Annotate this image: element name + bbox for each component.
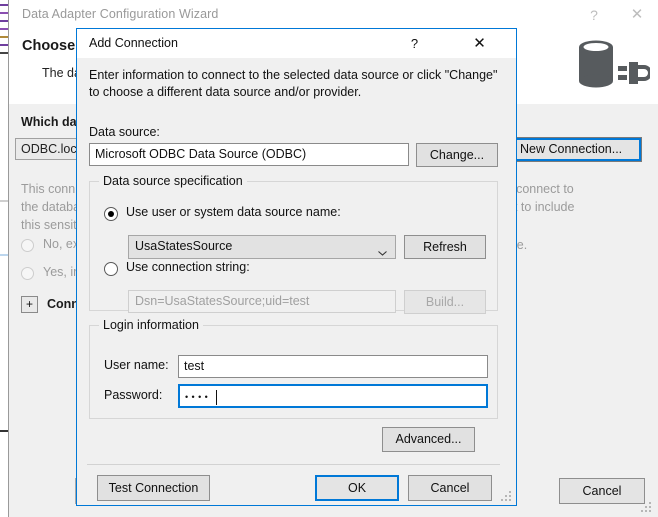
test-connection-button[interactable]: Test Connection bbox=[97, 475, 210, 501]
login-information-group: Login information User name: test Passwo… bbox=[89, 318, 498, 419]
close-icon[interactable]: ✕ bbox=[624, 4, 650, 26]
data-source-label: Data source: bbox=[89, 125, 160, 139]
user-name-label: User name: bbox=[104, 358, 169, 372]
which-data-label: Which dat bbox=[21, 115, 81, 129]
info-line-1: This conn bbox=[21, 182, 76, 196]
dialog-instructions: Enter information to connect to the sele… bbox=[89, 68, 498, 99]
wizard-cancel-button[interactable]: Cancel bbox=[559, 478, 645, 504]
new-connection-label: New Connection... bbox=[520, 142, 623, 156]
close-icon[interactable]: ✕ bbox=[467, 33, 492, 54]
radio-use-dsn[interactable] bbox=[104, 207, 118, 221]
dialog-title: Add Connection bbox=[89, 36, 178, 50]
login-information-legend: Login information bbox=[99, 318, 203, 332]
password-label: Password: bbox=[104, 388, 163, 402]
help-icon[interactable]: ? bbox=[402, 33, 427, 54]
data-source-specification-legend: Data source specification bbox=[99, 174, 247, 188]
advanced-button[interactable]: Advanced... bbox=[382, 427, 475, 452]
connection-string-expander[interactable]: + bbox=[21, 296, 38, 313]
refresh-button[interactable]: Refresh bbox=[404, 235, 486, 259]
radio-include-sensitive[interactable] bbox=[21, 267, 34, 280]
dsn-combobox[interactable]: UsaStatesSource bbox=[128, 235, 396, 259]
radio-exclude-sensitive[interactable] bbox=[21, 239, 34, 252]
user-name-field[interactable]: test bbox=[178, 355, 488, 378]
connection-combo-value: ODBC.loca bbox=[21, 142, 84, 156]
connection-string-value: Dsn=UsaStatesSource;uid=test bbox=[135, 294, 310, 308]
resize-grip-icon[interactable] bbox=[641, 502, 653, 514]
data-source-field[interactable]: Microsoft ODBC Data Source (ODBC) bbox=[89, 143, 409, 166]
ok-button[interactable]: OK bbox=[315, 475, 399, 501]
user-name-value: test bbox=[184, 359, 205, 373]
radio-use-dsn-label: Use user or system data source name: bbox=[126, 205, 341, 219]
background-window-sliver bbox=[0, 0, 9, 517]
password-field[interactable]: •••• bbox=[178, 384, 488, 408]
data-source-value: Microsoft ODBC Data Source (ODBC) bbox=[95, 147, 307, 161]
wizard-title-bar: Data Adapter Configuration Wizard ? ✕ bbox=[9, 0, 658, 30]
add-connection-dialog: Add Connection ? ✕ Enter information to … bbox=[76, 28, 517, 506]
help-icon[interactable]: ? bbox=[581, 4, 607, 26]
connection-string-field[interactable]: Dsn=UsaStatesSource;uid=test bbox=[128, 290, 396, 313]
cancel-button[interactable]: Cancel bbox=[408, 475, 492, 501]
radio-use-connection-string-label: Use connection string: bbox=[126, 260, 250, 274]
info-line-3: this sensiti bbox=[21, 218, 80, 232]
chevron-down-icon bbox=[378, 245, 387, 256]
wizard-title: Data Adapter Configuration Wizard bbox=[22, 7, 219, 21]
password-value: •••• bbox=[185, 392, 212, 402]
footer-divider bbox=[87, 464, 500, 465]
dialog-title-bar: Add Connection ? ✕ bbox=[77, 29, 516, 58]
dialog-body: Enter information to connect to the sele… bbox=[77, 58, 516, 505]
build-button: Build... bbox=[404, 290, 486, 314]
radio-use-connection-string[interactable] bbox=[104, 262, 118, 276]
data-source-specification-group: Data source specification Use user or sy… bbox=[89, 174, 498, 314]
text-caret bbox=[216, 390, 217, 405]
new-connection-button[interactable]: New Connection... bbox=[509, 137, 642, 162]
database-connection-icon bbox=[570, 36, 652, 101]
resize-grip-icon[interactable] bbox=[501, 491, 512, 502]
change-button[interactable]: Change... bbox=[416, 143, 498, 167]
dsn-combobox-value: UsaStatesSource bbox=[135, 239, 233, 253]
info-line-2: the databa bbox=[21, 200, 81, 214]
